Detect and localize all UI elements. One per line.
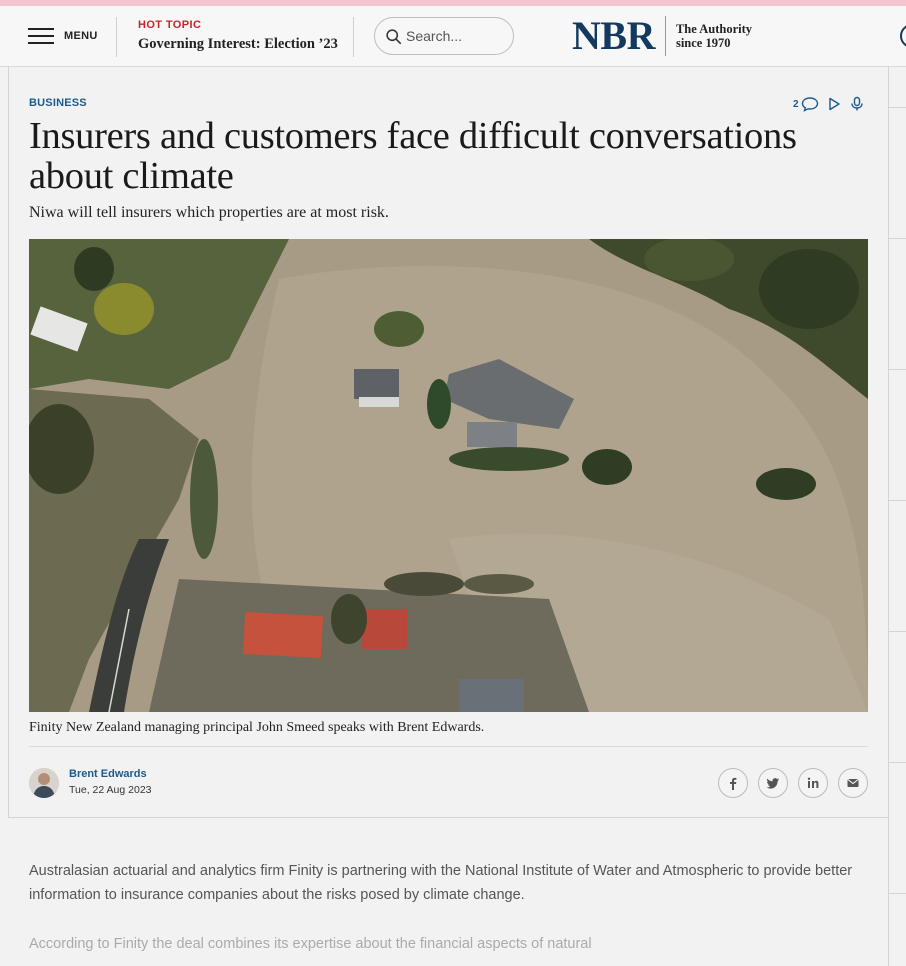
share-facebook-button[interactable] (718, 768, 748, 798)
article-standfirst: Niwa will tell insurers which properties… (29, 204, 389, 221)
hot-topic-kicker: HOT TOPIC (138, 19, 202, 31)
hero-image[interactable] (29, 239, 868, 712)
header-divider (353, 17, 354, 57)
tagline-line2: since 1970 (675, 36, 731, 50)
search-input[interactable] (406, 28, 506, 44)
right-rail (888, 67, 906, 966)
comment-count[interactable]: 2 (793, 99, 799, 110)
tagline-line1: The Authority (675, 22, 753, 36)
share-linkedin-button[interactable] (798, 768, 828, 798)
avatar[interactable] (29, 768, 59, 798)
site-logo[interactable]: NBR The Authority since 1970 (572, 16, 752, 56)
article-media-icons: 2 (793, 96, 867, 112)
hamburger-icon (28, 27, 54, 45)
share-twitter-button[interactable] (758, 768, 788, 798)
twitter-icon (766, 778, 779, 789)
share-email-button[interactable] (838, 768, 868, 798)
author-name[interactable]: Brent Edwards (69, 768, 147, 780)
image-caption: Finity New Zealand managing principal Jo… (29, 720, 485, 735)
article-paragraph: According to Finity the deal combines it… (29, 936, 592, 952)
logo-divider (664, 16, 666, 56)
site-header: MENU HOT TOPIC Governing Interest: Elect… (0, 6, 906, 67)
hot-topic-link[interactable]: Governing Interest: Election ’23 (138, 36, 338, 53)
comment-icon[interactable] (801, 96, 819, 112)
play-icon[interactable] (823, 96, 845, 112)
menu-button[interactable]: MENU (28, 26, 98, 46)
section-tag[interactable]: BUSINESS (29, 97, 87, 109)
search-icon (386, 28, 402, 44)
account-icon[interactable] (900, 24, 906, 48)
logo-tagline: The Authority since 1970 (676, 22, 752, 50)
search-box[interactable] (374, 17, 514, 55)
email-icon (847, 778, 859, 787)
linkedin-icon (807, 777, 819, 788)
microphone-icon[interactable] (847, 96, 867, 112)
logo-text: NBR (572, 13, 655, 58)
header-divider (116, 17, 117, 57)
publish-date: Tue, 22 Aug 2023 (69, 784, 152, 796)
article-paragraph: Australasian actuarial and analytics fir… (29, 863, 853, 903)
article-headline: Insurers and customers face difficult co… (29, 115, 797, 197)
caption-divider (29, 746, 868, 747)
flood-aerial-photo (29, 239, 868, 712)
menu-label: MENU (64, 30, 98, 42)
facebook-icon (730, 777, 737, 790)
hot-topic: HOT TOPIC Governing Interest: Election ’… (138, 19, 338, 53)
